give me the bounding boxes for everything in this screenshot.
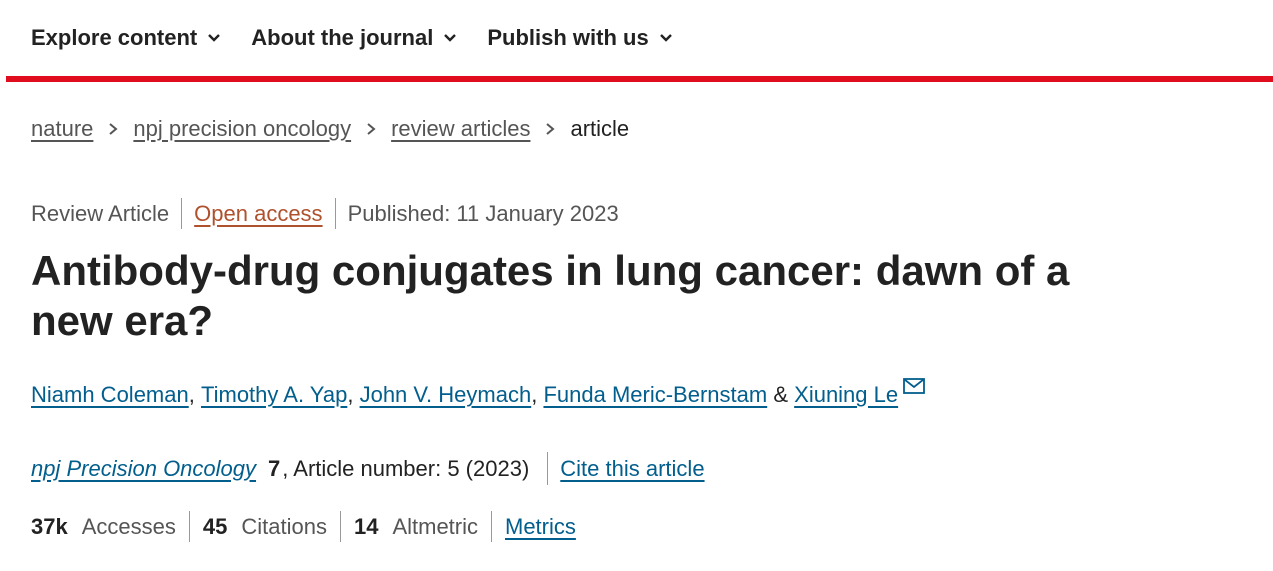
divider [547, 452, 549, 485]
author-separator: , [531, 382, 538, 407]
journal-volume: 7 [268, 455, 281, 481]
header-accent-bar [6, 76, 1273, 82]
article-type: Review Article [31, 200, 170, 226]
divider [334, 198, 336, 229]
cite-article-link[interactable]: Cite this article [560, 456, 704, 482]
nav-label: Explore content [31, 25, 198, 50]
accesses-count: 37k [31, 513, 68, 539]
nav-label: Publish with us [487, 25, 649, 50]
divider [188, 511, 190, 542]
breadcrumb-link-nature[interactable]: nature [31, 116, 93, 142]
nav-explore-content[interactable]: Explore content [31, 25, 221, 51]
author-separator: , [347, 382, 354, 407]
citations-count: 45 [202, 513, 228, 539]
journal-name-link[interactable]: npj Precision Oncology [31, 456, 256, 482]
article-title: Antibody-drug conjugates in lung cancer:… [31, 247, 1070, 344]
chevron-down-icon [444, 34, 457, 42]
mail-icon[interactable] [903, 378, 926, 394]
open-access-link[interactable]: Open access [194, 201, 322, 227]
altmetric-count: 14 [353, 513, 379, 539]
chevron-down-icon [208, 34, 221, 42]
divider [491, 511, 492, 542]
chevron-right-icon [109, 123, 118, 135]
chevron-down-icon [659, 34, 672, 42]
nav-publish-with-us[interactable]: Publish with us [487, 25, 672, 51]
article-meta: Review Article Open access Published: 11… [31, 198, 619, 229]
author-link[interactable]: Timothy A. Yap [201, 382, 347, 408]
author-link[interactable]: Niamh Coleman [31, 382, 189, 408]
divider [339, 511, 341, 542]
breadcrumb-link-review-articles[interactable]: review articles [391, 116, 530, 142]
author-link[interactable]: John V. Heymach [360, 382, 532, 408]
author-separator: , [188, 382, 195, 407]
page-edge [0, 0, 6, 571]
chevron-right-icon [546, 123, 556, 135]
journal-info: npj Precision Oncology 7 , Article numbe… [31, 452, 705, 485]
metrics-link[interactable]: Metrics [505, 514, 576, 540]
breadcrumb: nature npj precision oncology review art… [31, 116, 629, 142]
author-link[interactable]: Funda Meric-Bernstam [543, 382, 767, 408]
citations-label: Citations [241, 513, 327, 539]
published-date: Published: 11 January 2023 [347, 200, 619, 226]
divider [181, 198, 183, 229]
nav-about-journal[interactable]: About the journal [251, 25, 457, 51]
author-and: & [773, 382, 789, 407]
accesses-label: Accesses [81, 513, 176, 539]
author-link-corresponding[interactable]: Xiuning Le [794, 382, 898, 408]
chevron-right-icon [367, 123, 376, 135]
top-navigation: Explore content About the journal Publis… [0, 0, 1273, 76]
altmetric-label: Altmetric [392, 513, 478, 539]
article-metrics: 37k Accesses 45 Citations 14 Altmetric M… [31, 511, 576, 542]
author-list: Niamh Coleman, Timothy A. Yap, John V. H… [31, 378, 926, 408]
nav-label: About the journal [251, 25, 434, 50]
breadcrumb-link-journal[interactable]: npj precision oncology [133, 116, 351, 142]
article-number: , Article number: 5 (2023) [282, 455, 530, 481]
breadcrumb-current: article [570, 116, 630, 141]
